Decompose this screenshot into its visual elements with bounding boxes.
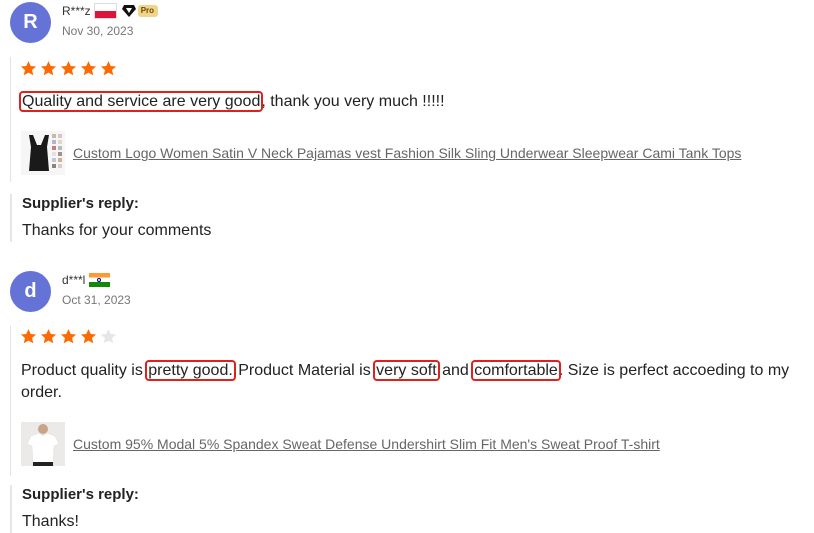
star-icon [40, 61, 57, 76]
username: R***z [62, 4, 91, 18]
comment-text: Product quality is [21, 362, 148, 379]
highlight-box: Quality and service are very good [18, 91, 264, 112]
review-date: Nov 30, 2023 [62, 24, 134, 38]
star-icon [60, 329, 77, 344]
username: d***l [62, 273, 86, 287]
star-icon [20, 329, 37, 344]
cami-top-image [21, 131, 65, 175]
diamond-icon [121, 5, 136, 17]
product-link[interactable]: Custom 95% Modal 5% Spandex Sweat Defens… [73, 436, 660, 452]
divider [10, 326, 11, 476]
avatar: R [10, 2, 51, 43]
supplier-reply: Supplier's reply: Thanks! [10, 485, 139, 533]
star-icon [100, 61, 117, 76]
reviewer-info: d***l [62, 273, 111, 287]
star-icon [80, 329, 97, 344]
highlight-box: pretty good. [145, 360, 236, 381]
highlight-box: very soft [373, 360, 440, 381]
pro-badge: Pro [121, 5, 159, 17]
comment-text: , thank you very much !!!!! [261, 93, 445, 110]
product-link-row[interactable]: Custom Logo Women Satin V Neck Pajamas v… [21, 131, 741, 175]
review-comment: Product quality is pretty good. Product … [21, 360, 806, 404]
product-link-row[interactable]: Custom 95% Modal 5% Spandex Sweat Defens… [21, 422, 660, 466]
pro-label: Pro [137, 5, 159, 17]
review-date: Oct 31, 2023 [62, 293, 131, 307]
star-rating [20, 60, 117, 77]
star-icon [60, 61, 77, 76]
star-empty-icon [100, 329, 117, 344]
supplier-reply: Supplier's reply: Thanks for your commen… [10, 194, 211, 242]
star-icon [40, 329, 57, 344]
reply-text: Thanks! [22, 513, 79, 530]
poland-flag-icon [93, 3, 117, 19]
avatar: d [10, 271, 51, 312]
star-icon [80, 61, 97, 76]
tshirt-image [21, 422, 65, 466]
comment-text: Product Material is [233, 362, 376, 379]
product-thumbnail[interactable] [21, 422, 65, 466]
review-comment: Quality and service are very good, thank… [18, 91, 806, 113]
product-link[interactable]: Custom Logo Women Satin V Neck Pajamas v… [73, 145, 741, 161]
reviewer-info: R***z Pro [62, 3, 159, 19]
star-rating [20, 328, 117, 345]
product-thumbnail[interactable] [21, 131, 65, 175]
highlight-box: comfortable [471, 360, 561, 381]
reply-title: Supplier's reply: [22, 486, 139, 503]
reply-text: Thanks for your comments [22, 222, 212, 239]
divider [10, 57, 11, 182]
india-flag-icon [89, 273, 111, 287]
star-icon [20, 61, 37, 76]
comment-text: and [437, 362, 474, 379]
reply-title: Supplier's reply: [22, 195, 139, 212]
